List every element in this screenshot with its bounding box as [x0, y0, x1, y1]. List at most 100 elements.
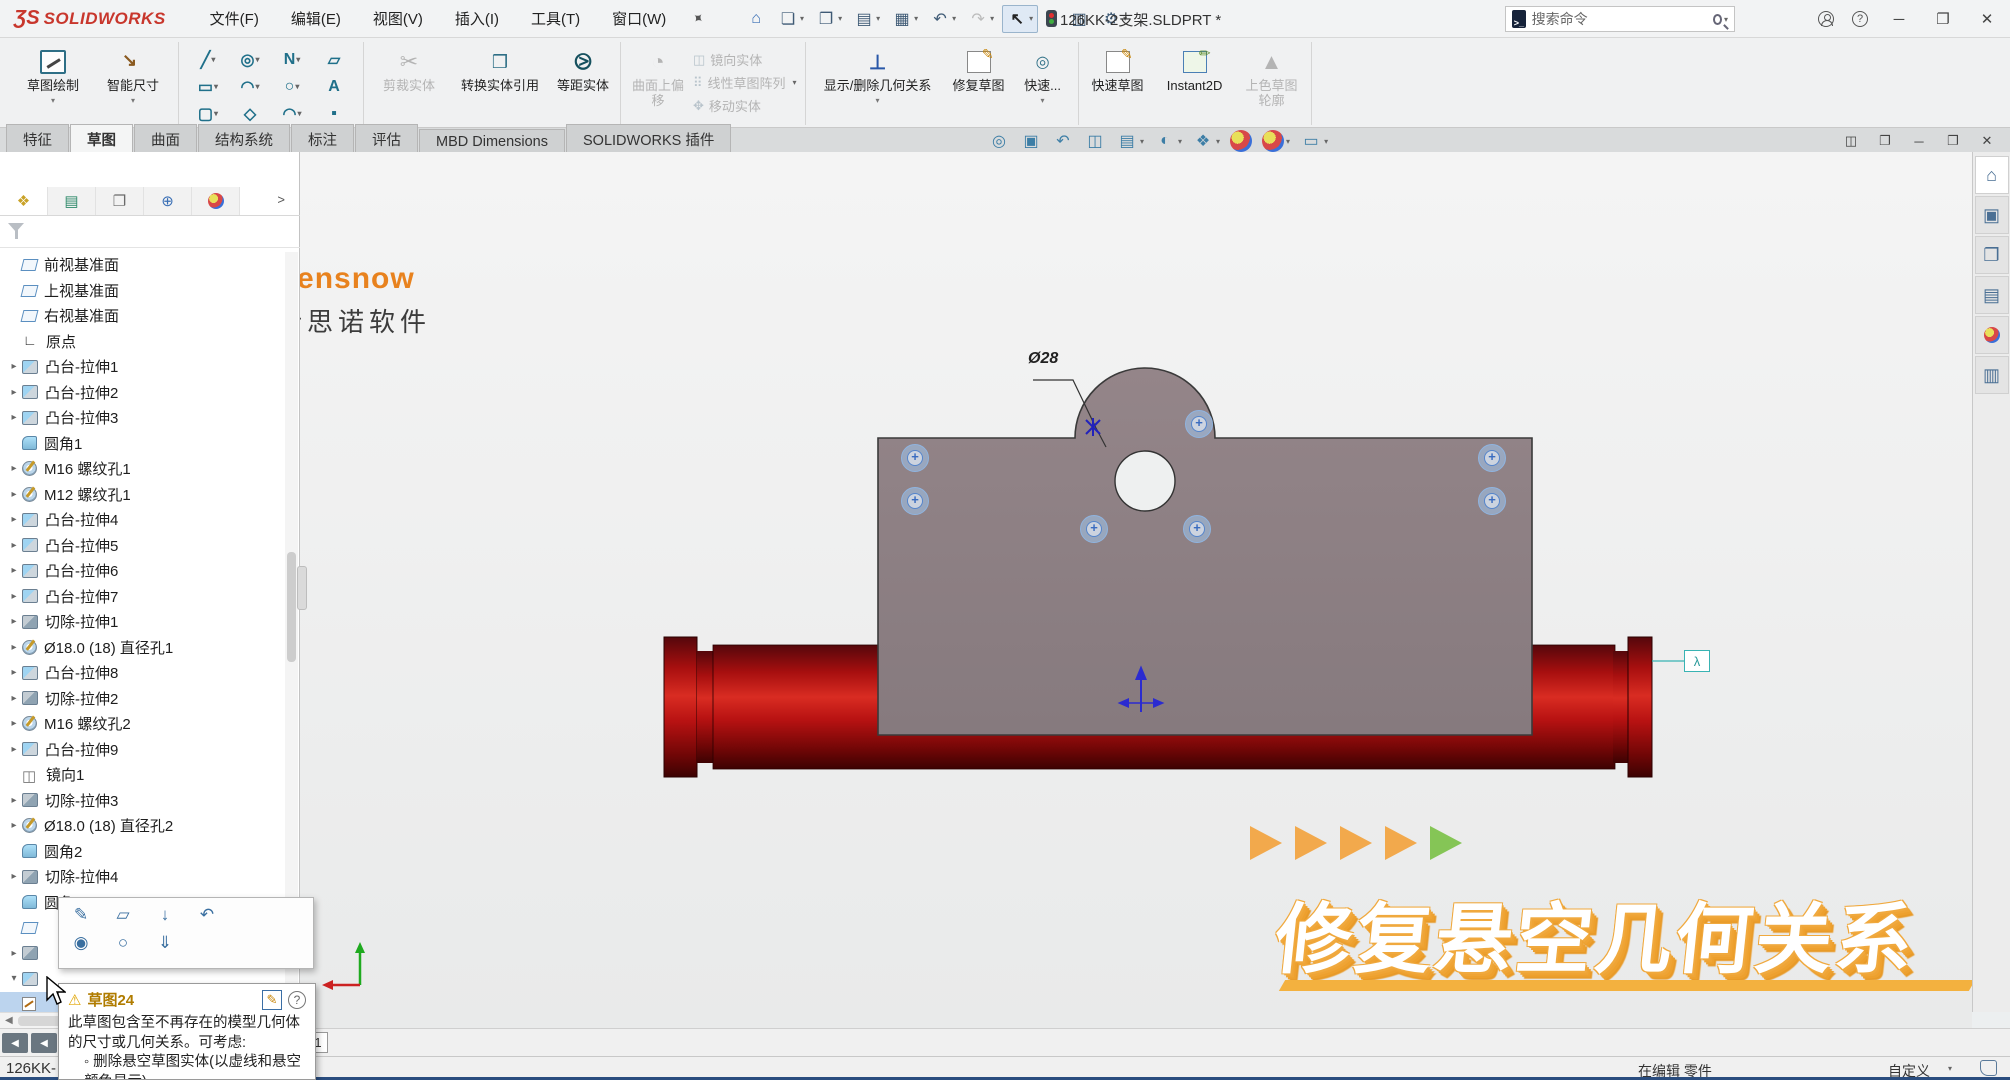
window-control-icon[interactable]: ✕: [1978, 132, 1996, 150]
sketch-entity-button[interactable]: A: [313, 73, 355, 100]
expand-arrow-icon[interactable]: [6, 667, 22, 678]
search-caret-icon[interactable]: ▾: [1724, 15, 1728, 24]
view-tool-button[interactable]: ▭ ▾: [1300, 130, 1328, 152]
window-control-icon[interactable]: ◫: [1842, 132, 1860, 150]
dropdown-caret-icon[interactable]: ▾: [914, 14, 918, 23]
search-icon[interactable]: [1713, 14, 1722, 25]
repair-sketch-button[interactable]: 修复草图: [948, 44, 1010, 94]
feature-tree-item[interactable]: 切除-拉伸4: [0, 864, 284, 890]
quick-access-button[interactable]: ❏ ▾: [774, 6, 808, 32]
quick-access-button[interactable]: ↖ ▾: [1002, 5, 1038, 33]
linear-pattern-button[interactable]: ⠿ 线性草图阵列 ▾: [693, 73, 797, 92]
relation-badge[interactable]: [1185, 410, 1213, 438]
relation-badge[interactable]: [1478, 487, 1506, 515]
command-search[interactable]: >_ ▾: [1505, 6, 1735, 32]
panel-expand-icon[interactable]: >: [277, 192, 285, 207]
dropdown-caret-icon[interactable]: ▾: [1324, 137, 1328, 146]
context-tool-icon[interactable]: ◉: [69, 932, 93, 954]
scroll-left-icon[interactable]: ◀: [0, 1015, 18, 1026]
quick-access-button[interactable]: [1042, 7, 1061, 30]
view-tool-button[interactable]: ▣: [1020, 130, 1042, 152]
expand-arrow-icon[interactable]: [6, 514, 22, 525]
pipe-right-step[interactable]: [1613, 651, 1629, 763]
display-delete-relations-button[interactable]: ⊥ 显示/删除几何关系 ▾: [814, 44, 942, 105]
expand-arrow-icon[interactable]: [6, 387, 22, 398]
view-tool-button[interactable]: ◐ ▾: [1154, 130, 1182, 152]
tab-nav-button[interactable]: ◀: [2, 1033, 28, 1053]
ribbon-tab[interactable]: 草图: [70, 124, 133, 154]
dropdown-caret-icon[interactable]: ▾: [214, 109, 218, 118]
sketch-entity-button[interactable]: ╱ ▾: [187, 46, 229, 73]
menu-item[interactable]: 编辑(E): [275, 2, 357, 35]
sketch-entity-button[interactable]: ◠ ▾: [229, 73, 271, 100]
task-pane-button[interactable]: ▥: [1975, 356, 2009, 394]
relation-badge[interactable]: [901, 487, 929, 515]
view-tool-button[interactable]: [1230, 130, 1252, 152]
expand-arrow-icon[interactable]: [6, 463, 22, 474]
feature-tree-item[interactable]: 切除-拉伸3: [0, 788, 284, 814]
document-tab[interactable]: 126KK-: [6, 1060, 56, 1077]
offset-entities-button[interactable]: ⧁ 等距实体: [554, 44, 612, 94]
context-tool-icon[interactable]: ↓: [153, 904, 177, 926]
expand-arrow-icon[interactable]: [6, 489, 22, 500]
feature-tree-item[interactable]: 原点: [0, 329, 284, 355]
account-icon[interactable]: [1818, 11, 1834, 27]
help-icon[interactable]: ?: [288, 991, 306, 1009]
dropdown-caret-icon[interactable]: ▾: [793, 78, 797, 87]
dropdown-caret-icon[interactable]: ▾: [1140, 137, 1144, 146]
sketch-entity-button[interactable]: ▱: [313, 46, 355, 73]
feature-tree-item[interactable]: 切除-拉伸2: [0, 686, 284, 712]
sketch-entity-button[interactable]: ○ ▾: [271, 73, 313, 100]
feature-tree-item[interactable]: Ø18.0 (18) 直径孔2: [0, 813, 284, 839]
context-tool-icon[interactable]: ↶: [195, 904, 219, 926]
move-entities-button[interactable]: ✥ 移动实体: [693, 96, 797, 115]
quick-snaps-button[interactable]: ◎ 快速... ▾: [1016, 44, 1070, 105]
surface-offset-button[interactable]: ◔ 曲面上偏移: [629, 44, 687, 109]
dropdown-caret-icon[interactable]: ▾: [1216, 137, 1220, 146]
panel-splitter-handle[interactable]: [297, 566, 307, 610]
dropdown-caret-icon[interactable]: ▾: [1948, 1064, 1952, 1073]
task-pane-button[interactable]: [1975, 316, 2009, 354]
feature-tree-item[interactable]: 凸台-拉伸7: [0, 584, 284, 610]
expand-arrow-icon[interactable]: [6, 642, 22, 653]
smart-dimension-button[interactable]: 智能尺寸 ▾: [96, 44, 170, 105]
task-pane-button[interactable]: ▣: [1975, 196, 2009, 234]
menu-item[interactable]: 视图(V): [357, 2, 439, 35]
tag-icon[interactable]: [1980, 1060, 1997, 1076]
feature-tree-item[interactable]: 凸台-拉伸4: [0, 507, 284, 533]
feature-tree-item[interactable]: 凸台-拉伸3: [0, 405, 284, 431]
feature-tree-item[interactable]: M16 螺纹孔1: [0, 456, 284, 482]
relation-badge[interactable]: [901, 444, 929, 472]
rapid-sketch-button[interactable]: 快速草图: [1087, 44, 1149, 94]
expand-arrow-icon[interactable]: [6, 718, 22, 729]
window-control-icon[interactable]: ❐: [1876, 132, 1894, 150]
relation-badge[interactable]: [1478, 444, 1506, 472]
quick-access-button[interactable]: ↷ ▾: [964, 6, 998, 32]
manager-tab[interactable]: ❖: [0, 187, 48, 215]
annotation-tag[interactable]: λ: [1684, 650, 1710, 672]
expand-arrow-icon[interactable]: [6, 591, 22, 602]
manager-tab[interactable]: ▤: [48, 187, 96, 215]
expand-arrow-icon[interactable]: [6, 693, 22, 704]
window-control-icon[interactable]: ❐: [1944, 132, 1962, 150]
dropdown-caret-icon[interactable]: ▾: [1286, 137, 1290, 146]
ribbon-tab[interactable]: SOLIDWORKS 插件: [566, 124, 731, 154]
pipe-right-flange[interactable]: [1628, 637, 1652, 777]
ribbon-tab[interactable]: MBD Dimensions: [419, 129, 565, 154]
manager-tab[interactable]: ❐: [96, 187, 144, 215]
dropdown-caret-icon[interactable]: ▾: [1178, 137, 1182, 146]
feature-tree-item[interactable]: 镜向1: [0, 762, 284, 788]
feature-tree-item[interactable]: 圆角2: [0, 839, 284, 865]
plate-hole[interactable]: [1115, 451, 1175, 511]
feature-tree-item[interactable]: Ø18.0 (18) 直径孔1: [0, 635, 284, 661]
tree-scrollbar-thumb[interactable]: [287, 552, 296, 662]
ribbon-tab[interactable]: 曲面: [134, 124, 197, 154]
quick-access-button[interactable]: ⌂: [742, 6, 770, 32]
close-button[interactable]: ✕: [1974, 10, 2000, 28]
pipe-left-step[interactable]: [697, 651, 713, 763]
dropdown-caret-icon[interactable]: ▾: [295, 82, 299, 91]
feature-tree-item[interactable]: 凸台-拉伸1: [0, 354, 284, 380]
ribbon-tab[interactable]: 结构系统: [198, 124, 290, 154]
expand-arrow-icon[interactable]: [6, 795, 22, 806]
feature-tree-item[interactable]: 圆角1: [0, 431, 284, 457]
